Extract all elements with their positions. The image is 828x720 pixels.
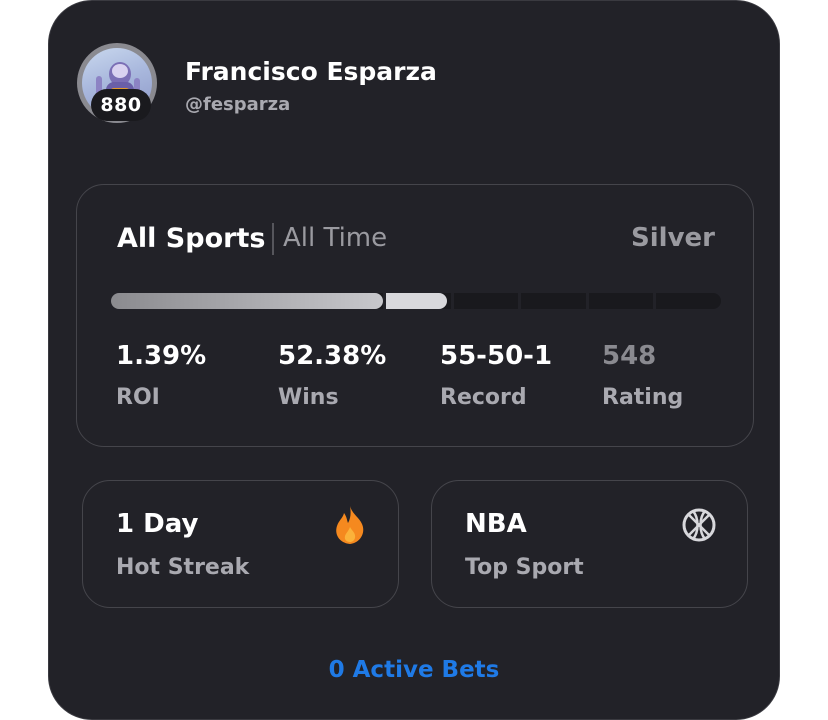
tile-title: NBA [465, 509, 527, 539]
tier-label: Silver [631, 223, 715, 253]
progress-segment [521, 293, 586, 309]
progress-segment [453, 293, 519, 309]
user-name: Francisco Esparza [185, 57, 437, 86]
user-handle: @fesparza [185, 94, 291, 115]
active-bets-link[interactable]: 0 Active Bets [49, 657, 779, 683]
stat-roi: 1.39% ROI [116, 341, 206, 410]
stat-value: 52.38% [278, 341, 387, 371]
stat-wins: 52.38% Wins [278, 341, 386, 410]
tile-subtitle: Top Sport [465, 555, 584, 580]
score-badge: 880 [91, 89, 151, 121]
progress-segment [656, 293, 721, 309]
tier-progress-fill [111, 293, 383, 309]
stat-label: Wins [278, 385, 339, 410]
stat-label: ROI [116, 385, 160, 410]
tile-title: 1 Day [116, 509, 199, 539]
stat-record: 55-50-1 Record [440, 341, 552, 410]
hot-streak-tile[interactable]: 1 Day Hot Streak [82, 480, 399, 608]
filter-divider [272, 223, 274, 255]
stat-rating: 548 Rating [602, 341, 683, 410]
profile-card: 880 Francisco Esparza @fesparza All Spor… [48, 0, 780, 720]
top-sport-tile[interactable]: NBA Top Sport [431, 480, 748, 608]
tier-progress-tip [386, 293, 447, 309]
time-filter[interactable]: All Time [283, 223, 387, 253]
tile-subtitle: Hot Streak [116, 555, 250, 580]
stats-panel: All Sports All Time Silver 1.39% ROI 52.… [76, 184, 754, 447]
fire-icon [332, 505, 368, 545]
progress-segment [588, 293, 654, 309]
stat-label: Rating [602, 385, 684, 410]
stat-value: 1.39% [116, 341, 207, 371]
avatar-container[interactable]: 880 [77, 43, 157, 123]
stat-value: 548 [602, 341, 657, 371]
basketball-icon [681, 505, 717, 545]
stat-label: Record [440, 385, 527, 410]
stat-value: 55-50-1 [440, 341, 553, 371]
sport-filter[interactable]: All Sports [117, 223, 265, 254]
